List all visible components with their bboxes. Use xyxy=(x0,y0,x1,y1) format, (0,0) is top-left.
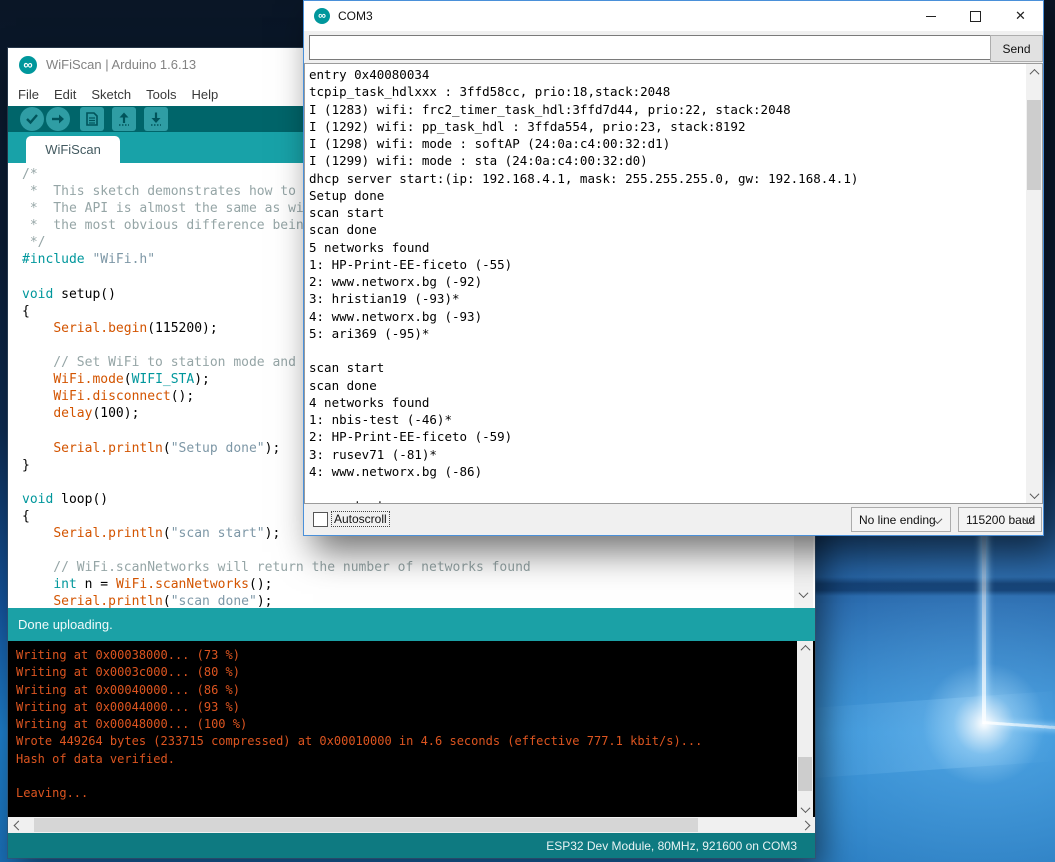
text-line: Writing at 0x00040000... (86 %) xyxy=(16,682,815,699)
upload-status-text: Done uploading. xyxy=(18,617,113,632)
text-line: 2: www.networx.bg (-92) xyxy=(309,273,1042,290)
line-ending-select[interactable]: No line ending xyxy=(851,507,951,532)
text-line: 2: HP-Print-EE-ficeto (-59) xyxy=(309,428,1042,445)
console-scrollbar-thumb[interactable] xyxy=(798,757,812,791)
text-line: Writing at 0x00038000... (73 %) xyxy=(16,647,815,664)
scroll-right-arrow-icon[interactable] xyxy=(797,817,813,833)
serial-output-area[interactable]: entry 0x40080034tcpip_task_hdlxxx : 3ffd… xyxy=(304,63,1043,504)
serial-monitor-titlebar[interactable]: ∞ COM3 ✕ xyxy=(304,1,1043,31)
check-icon xyxy=(25,113,39,125)
arrow-down-icon xyxy=(149,112,163,126)
text-line: entry 0x40080034 xyxy=(309,66,1042,83)
menu-sketch[interactable]: Sketch xyxy=(91,87,131,102)
text-line: 4: www.networx.bg (-93) xyxy=(309,308,1042,325)
serial-scrollbar-thumb[interactable] xyxy=(1027,100,1041,190)
text-line: scan done xyxy=(309,377,1042,394)
text-line: scan start xyxy=(309,204,1042,221)
text-line: I (1283) wifi: frc2_timer_task_hdl:3ffd7… xyxy=(309,101,1042,118)
ide-window-title: WiFiScan | Arduino 1.6.13 xyxy=(46,57,196,72)
screen: { "icons": { "infinity": "∞", "close": "… xyxy=(0,0,1055,862)
menu-edit[interactable]: Edit xyxy=(54,87,76,102)
maximize-icon xyxy=(970,11,981,22)
serial-monitor-window: ∞ COM3 ✕ Send entry 0x40080034tcpip_task… xyxy=(303,0,1044,536)
arduino-logo-icon: ∞ xyxy=(19,56,37,74)
menu-help[interactable]: Help xyxy=(191,87,218,102)
scroll-down-arrow-icon[interactable] xyxy=(1026,487,1042,503)
text-line: 1: HP-Print-EE-ficeto (-55) xyxy=(309,256,1042,273)
menu-tools[interactable]: Tools xyxy=(146,87,176,102)
text-line: 5 networks found xyxy=(309,239,1042,256)
text-line: int n = WiFi.scanNetworks(); xyxy=(22,576,815,593)
text-line: Writing at 0x00044000... (93 %) xyxy=(16,699,815,716)
text-line: 5: ari369 (-95)* xyxy=(309,325,1042,342)
serial-monitor-bottombar: Autoscroll No line ending 115200 baud xyxy=(304,504,1043,535)
scroll-up-arrow-icon[interactable] xyxy=(1026,64,1042,80)
new-sketch-button[interactable] xyxy=(80,107,104,131)
serial-input-row: Send xyxy=(304,31,1043,63)
minimize-icon xyxy=(926,16,936,17)
text-line: Writing at 0x0003c000... (80 %) xyxy=(16,664,815,681)
close-icon: ✕ xyxy=(1015,8,1026,24)
horizontal-scrollbar-thumb[interactable] xyxy=(34,818,698,832)
text-line: scan start xyxy=(309,497,1042,504)
document-icon xyxy=(86,112,98,126)
text-line xyxy=(22,542,815,559)
baud-rate-select[interactable]: 115200 baud xyxy=(958,507,1042,532)
text-line: 4: www.networx.bg (-86) xyxy=(309,463,1042,480)
serial-send-input[interactable] xyxy=(309,35,991,60)
upload-button[interactable] xyxy=(46,107,70,131)
close-button[interactable]: ✕ xyxy=(998,1,1043,31)
serial-vertical-scrollbar[interactable] xyxy=(1026,64,1042,503)
text-line: // WiFi.scanNetworks will return the num… xyxy=(22,559,815,576)
minimize-button[interactable] xyxy=(908,1,953,31)
text-line: 1: nbis-test (-46)* xyxy=(309,411,1042,428)
ide-statusbar: ESP32 Dev Module, 80MHz, 921600 on COM3 xyxy=(8,833,815,858)
console-horizontal-scrollbar[interactable] xyxy=(8,817,815,833)
text-line: 3: hristian19 (-93)* xyxy=(309,290,1042,307)
open-sketch-button[interactable] xyxy=(112,107,136,131)
menu-file[interactable]: File xyxy=(18,87,39,102)
text-line: Wrote 449264 bytes (233715 compressed) a… xyxy=(16,733,815,750)
autoscroll-label[interactable]: Autoscroll xyxy=(332,512,389,526)
verify-button[interactable] xyxy=(20,107,44,131)
arrow-up-icon xyxy=(117,112,131,126)
text-line: Serial.println("scan done"); xyxy=(22,593,815,608)
text-line: 4 networks found xyxy=(309,394,1042,411)
tab-wifiscan[interactable]: WiFiScan xyxy=(26,136,120,163)
text-line: Hash of data verified. xyxy=(16,751,815,768)
scroll-down-arrow-icon[interactable] xyxy=(797,802,813,817)
text-line: scan start xyxy=(309,359,1042,376)
text-line: Setup done xyxy=(309,187,1042,204)
text-line: Writing at 0x00048000... (100 %) xyxy=(16,716,815,733)
scroll-down-arrow-icon[interactable] xyxy=(794,586,813,602)
board-port-status: ESP32 Dev Module, 80MHz, 921600 on COM3 xyxy=(546,839,797,853)
wallpaper-corner-glow xyxy=(922,662,1046,786)
autoscroll-checkbox[interactable] xyxy=(313,512,328,527)
save-sketch-button[interactable] xyxy=(144,107,168,131)
text-line: Leaving... xyxy=(16,785,815,802)
text-line: 3: rusev71 (-81)* xyxy=(309,446,1042,463)
window-controls: ✕ xyxy=(908,1,1043,31)
serial-monitor-title: COM3 xyxy=(338,9,373,23)
text-line xyxy=(16,768,815,785)
scroll-left-arrow-icon[interactable] xyxy=(10,817,26,833)
arrow-right-icon xyxy=(51,113,65,125)
console-vertical-scrollbar[interactable] xyxy=(797,641,813,817)
text-line: I (1298) wifi: mode : softAP (24:0a:c4:0… xyxy=(309,135,1042,152)
text-line: tcpip_task_hdlxxx : 3ffd58cc, prio:18,st… xyxy=(309,83,1042,100)
text-line: scan done xyxy=(309,221,1042,238)
scroll-up-arrow-icon[interactable] xyxy=(797,641,813,656)
send-button[interactable]: Send xyxy=(990,35,1043,62)
text-line xyxy=(309,342,1042,359)
arduino-logo-icon: ∞ xyxy=(314,8,330,24)
wallpaper-dark-band xyxy=(810,577,1055,596)
text-line xyxy=(309,480,1042,497)
text-line: dhcp server start:(ip: 192.168.4.1, mask… xyxy=(309,170,1042,187)
line-ending-value: No line ending xyxy=(859,513,936,527)
maximize-button[interactable] xyxy=(953,1,998,31)
text-line: I (1299) wifi: mode : sta (24:0a:c4:00:3… xyxy=(309,152,1042,169)
text-line: I (1292) wifi: pp_task_hdl : 3ffda554, p… xyxy=(309,118,1042,135)
build-console: Writing at 0x00038000... (73 %)Writing a… xyxy=(8,641,815,817)
upload-status-band: Done uploading. xyxy=(8,608,815,641)
